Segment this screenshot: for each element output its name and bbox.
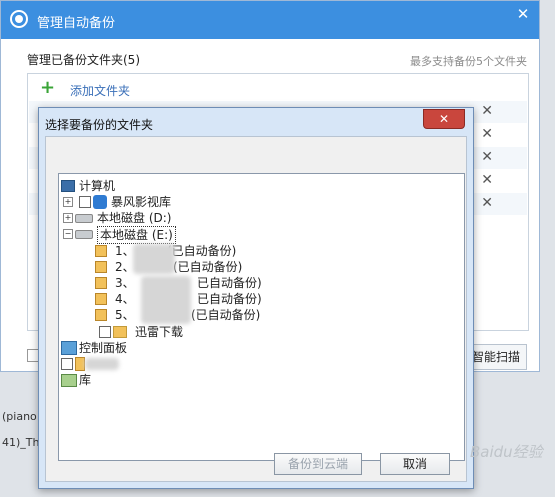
plus-icon: + xyxy=(40,77,56,98)
tree-label: 3、 xyxy=(115,276,135,290)
tree-label: 1、 xyxy=(115,244,135,258)
remove-icon[interactable]: ✕ xyxy=(481,195,493,211)
tree-label: 控制面板 xyxy=(79,341,128,355)
managed-folders-label: 管理已备份文件夹(5) xyxy=(27,53,140,67)
tree-label: 本地磁盘 (E:) xyxy=(97,226,176,244)
computer-icon xyxy=(61,180,75,192)
blurred-name xyxy=(133,244,175,274)
folder-icon xyxy=(113,326,127,338)
cancel-button[interactable]: 取消 xyxy=(380,453,450,475)
tree-status: (已自动备份) xyxy=(167,244,237,258)
tree-status: 已自动备份) xyxy=(197,276,262,290)
max-folders-hint: 最多支持备份5个文件夹 xyxy=(410,55,527,68)
control-panel-icon xyxy=(61,341,77,355)
tree-label: 库 xyxy=(79,373,92,387)
backup-to-cloud-button[interactable]: 备份到云端 xyxy=(274,453,362,475)
user-folder-icon xyxy=(75,357,85,371)
close-icon[interactable]: ✕ xyxy=(423,109,465,129)
collapse-icon[interactable]: − xyxy=(63,229,73,239)
remove-icon[interactable]: ✕ xyxy=(481,103,493,119)
tree-status: (已自动备份) xyxy=(191,308,261,322)
gear-icon xyxy=(10,10,28,28)
select-folder-dialog: 选择要备份的文件夹 ✕ 计算机 + 暴风影视库 + 本地磁盘 (D:) − 本地… xyxy=(38,107,474,489)
drive-icon xyxy=(75,214,93,223)
watermark: Baidu经验 xyxy=(470,443,543,461)
drive-icon xyxy=(75,230,93,239)
checked-checkbox[interactable] xyxy=(95,277,107,289)
close-icon[interactable]: ✕ xyxy=(511,3,535,25)
expand-icon[interactable]: + xyxy=(63,213,73,223)
tree-status: (已自动备份) xyxy=(173,260,243,274)
expand-icon[interactable]: + xyxy=(63,197,73,207)
dialog-title: 选择要备份的文件夹 xyxy=(45,118,154,132)
blurred-name xyxy=(141,276,191,324)
video-library-icon xyxy=(93,195,107,209)
tree-label: 本地磁盘 (D:) xyxy=(97,211,172,225)
checkbox[interactable] xyxy=(79,196,91,208)
background-text: (piano xyxy=(2,410,37,423)
tree-label: 5、 xyxy=(115,308,135,322)
remove-icon[interactable]: ✕ xyxy=(481,149,493,165)
window-title: 管理自动备份 xyxy=(37,16,116,31)
dialog-body: 计算机 + 暴风影视库 + 本地磁盘 (D:) − 本地磁盘 (E:) 1、 (… xyxy=(45,136,467,482)
add-folder-label: 添加文件夹 xyxy=(70,84,131,98)
title-bar: 管理自动备份 ✕ xyxy=(1,1,539,39)
tree-label: 计算机 xyxy=(79,179,116,193)
tree-label: 暴风影视库 xyxy=(111,195,172,209)
tree-label: 2、 xyxy=(115,260,135,274)
checked-checkbox[interactable] xyxy=(95,309,107,321)
checked-checkbox[interactable] xyxy=(95,261,107,273)
tree-status: 已自动备份) xyxy=(197,292,262,306)
blurred-name xyxy=(85,358,119,370)
checked-checkbox[interactable] xyxy=(95,245,107,257)
checkbox[interactable] xyxy=(99,326,111,338)
tree-label: 迅雷下载 xyxy=(135,325,184,339)
folder-tree[interactable]: 计算机 + 暴风影视库 + 本地磁盘 (D:) − 本地磁盘 (E:) 1、 (… xyxy=(58,173,465,461)
library-icon xyxy=(61,374,77,387)
remove-icon[interactable]: ✕ xyxy=(481,126,493,142)
checked-checkbox[interactable] xyxy=(95,293,107,305)
tree-label: 4、 xyxy=(115,292,135,306)
checkbox[interactable] xyxy=(61,358,73,370)
remove-icon[interactable]: ✕ xyxy=(481,172,493,188)
